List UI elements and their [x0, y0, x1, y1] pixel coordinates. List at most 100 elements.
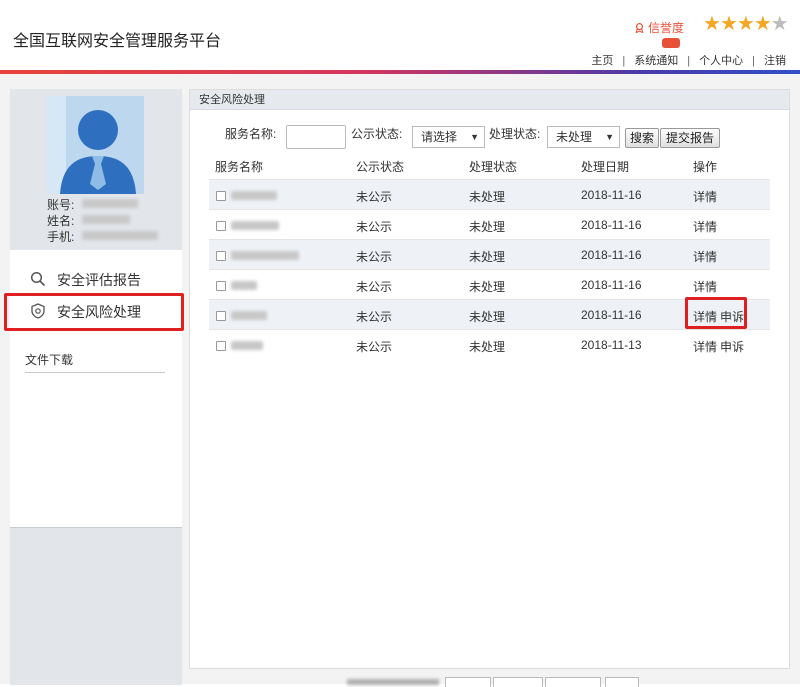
highlight-box: [685, 297, 747, 329]
process-date-cell: 2018-11-16: [581, 218, 642, 232]
top-nav: 主页 | 系统通知 | 个人中心 | 注销: [591, 52, 786, 68]
star-icon: ★: [753, 13, 772, 35]
process-status-cell: 未处理: [469, 250, 506, 264]
phone-label: 手机:: [47, 230, 75, 244]
account-value-redacted: [82, 199, 138, 208]
nav-home-link[interactable]: 主页: [591, 55, 613, 67]
service-name-filter-label: 服务名称:: [225, 127, 277, 141]
row-checkbox[interactable]: [216, 311, 226, 321]
process-date-cell: 2018-11-13: [581, 338, 642, 352]
process-status-selected: 未处理: [556, 130, 593, 144]
page-button[interactable]: [493, 677, 543, 687]
sidebar-item-label: 安全风险处理: [57, 304, 141, 320]
page-button[interactable]: [445, 677, 491, 687]
table-row: 未公示 未处理 2018-11-16 详情 申诉: [209, 297, 770, 329]
user-avatar-icon: [46, 96, 144, 194]
service-name-redacted: [231, 191, 277, 200]
page-button[interactable]: [545, 677, 601, 687]
publish-status-cell: 未公示: [356, 190, 393, 204]
service-name-redacted: [231, 341, 263, 350]
publish-status-filter-label: 公示状态:: [351, 127, 403, 141]
submit-report-button[interactable]: 提交报告: [660, 128, 720, 148]
process-date-cell: 2018-11-16: [581, 248, 642, 262]
column-header: 操作: [693, 160, 718, 174]
account-label: 账号:: [47, 198, 75, 212]
detail-link[interactable]: 详情: [693, 188, 717, 205]
phone-value-redacted: [82, 231, 158, 240]
page-title: 全国互联网安全管理服务平台: [13, 33, 222, 50]
process-status-cell: 未处理: [469, 310, 506, 324]
file-download-link[interactable]: 文件下载: [25, 351, 165, 373]
risk-handling-panel: 安全风险处理 服务名称: 公示状态: 请选择 ▼ 处理状态: 未处理 ▼ 搜索 …: [189, 89, 790, 669]
name-value-redacted: [82, 215, 130, 224]
avatar: [46, 96, 144, 194]
rating-stars: ★★★★★: [703, 13, 789, 35]
process-status-cell: 未处理: [469, 340, 506, 354]
table-row: 未公示 未处理 2018-11-16 详情: [209, 179, 770, 209]
table-row: 未公示 未处理 2018-11-16 详情: [209, 209, 770, 239]
search-icon: [30, 271, 46, 287]
publish-status-selected: 请选择: [421, 130, 458, 144]
award-icon: [635, 23, 644, 33]
credit-rating-label: 信誉度: [634, 19, 684, 36]
dropdown-arrow-icon: ▼: [470, 132, 479, 142]
nav-profile-link[interactable]: 个人中心: [699, 55, 743, 67]
row-checkbox[interactable]: [216, 221, 226, 231]
process-status-filter-label: 处理状态:: [489, 127, 541, 141]
star-icon: ★: [736, 13, 755, 35]
appeal-link[interactable]: 申诉: [720, 338, 744, 355]
name-label: 姓名:: [47, 214, 75, 228]
row-checkbox[interactable]: [216, 281, 226, 291]
notification-badge: [662, 38, 680, 48]
detail-link[interactable]: 详情: [693, 278, 717, 295]
service-name-redacted: [231, 281, 257, 290]
nav-separator: |: [687, 55, 691, 67]
publish-status-cell: 未公示: [356, 280, 393, 294]
detail-link[interactable]: 详情: [693, 218, 717, 235]
search-button[interactable]: 搜索: [625, 128, 659, 148]
process-status-cell: 未处理: [469, 280, 506, 294]
row-checkbox[interactable]: [216, 191, 226, 201]
process-date-cell: 2018-11-16: [581, 188, 642, 202]
process-status-select[interactable]: 未处理 ▼: [547, 126, 620, 148]
nav-notifications-link[interactable]: 系统通知: [634, 55, 678, 67]
sidebar-item-assessment-report[interactable]: 安全评估报告: [10, 261, 182, 295]
sidebar-item-label: 安全评估报告: [57, 272, 141, 288]
dropdown-arrow-icon: ▼: [605, 132, 614, 142]
star-icon: ★: [719, 13, 738, 35]
row-checkbox[interactable]: [216, 251, 226, 261]
sidebar-footer-area: [10, 527, 182, 685]
service-name-redacted: [231, 221, 279, 230]
detail-link[interactable]: 详情: [693, 248, 717, 265]
column-header: 处理状态: [469, 160, 518, 174]
sidebar: 账号: 姓名: 手机: 安全评估报告 安全风险处理 文件下载: [4, 89, 184, 685]
process-date-cell: 2018-11-16: [581, 278, 642, 292]
column-header: 处理日期: [581, 160, 630, 174]
column-header: 服务名称: [215, 160, 264, 174]
shield-icon: [31, 303, 45, 319]
publish-status-select[interactable]: 请选择 ▼: [412, 126, 485, 148]
pagination-info-redacted: [347, 679, 439, 685]
page-button[interactable]: [605, 677, 639, 687]
service-name-redacted: [231, 251, 299, 260]
star-icon: ★: [703, 13, 721, 35]
publish-status-cell: 未公示: [356, 250, 393, 264]
table-row: 未公示 未处理 2018-11-16 详情: [209, 269, 770, 299]
panel-title: 安全风险处理: [190, 90, 789, 110]
process-status-cell: 未处理: [469, 190, 506, 204]
publish-status-cell: 未公示: [356, 310, 393, 324]
process-status-cell: 未处理: [469, 220, 506, 234]
detail-link[interactable]: 详情: [693, 338, 717, 355]
publish-status-cell: 未公示: [356, 340, 393, 354]
star-empty-icon: ★: [770, 13, 789, 35]
nav-logout-link[interactable]: 注销: [764, 55, 786, 67]
publish-status-cell: 未公示: [356, 220, 393, 234]
service-name-input[interactable]: [286, 125, 346, 149]
column-header: 公示状态: [356, 160, 405, 174]
service-name-redacted: [231, 311, 267, 320]
nav-separator: |: [622, 55, 626, 67]
row-checkbox[interactable]: [216, 341, 226, 351]
credit-label: 信誉度: [648, 21, 685, 35]
header: 全国互联网安全管理服务平台 信誉度 ★★★★★ 主页 | 系统通知 | 个人中心 | 注销: [0, 0, 800, 70]
sidebar-item-risk-handling[interactable]: 安全风险处理: [4, 293, 184, 331]
